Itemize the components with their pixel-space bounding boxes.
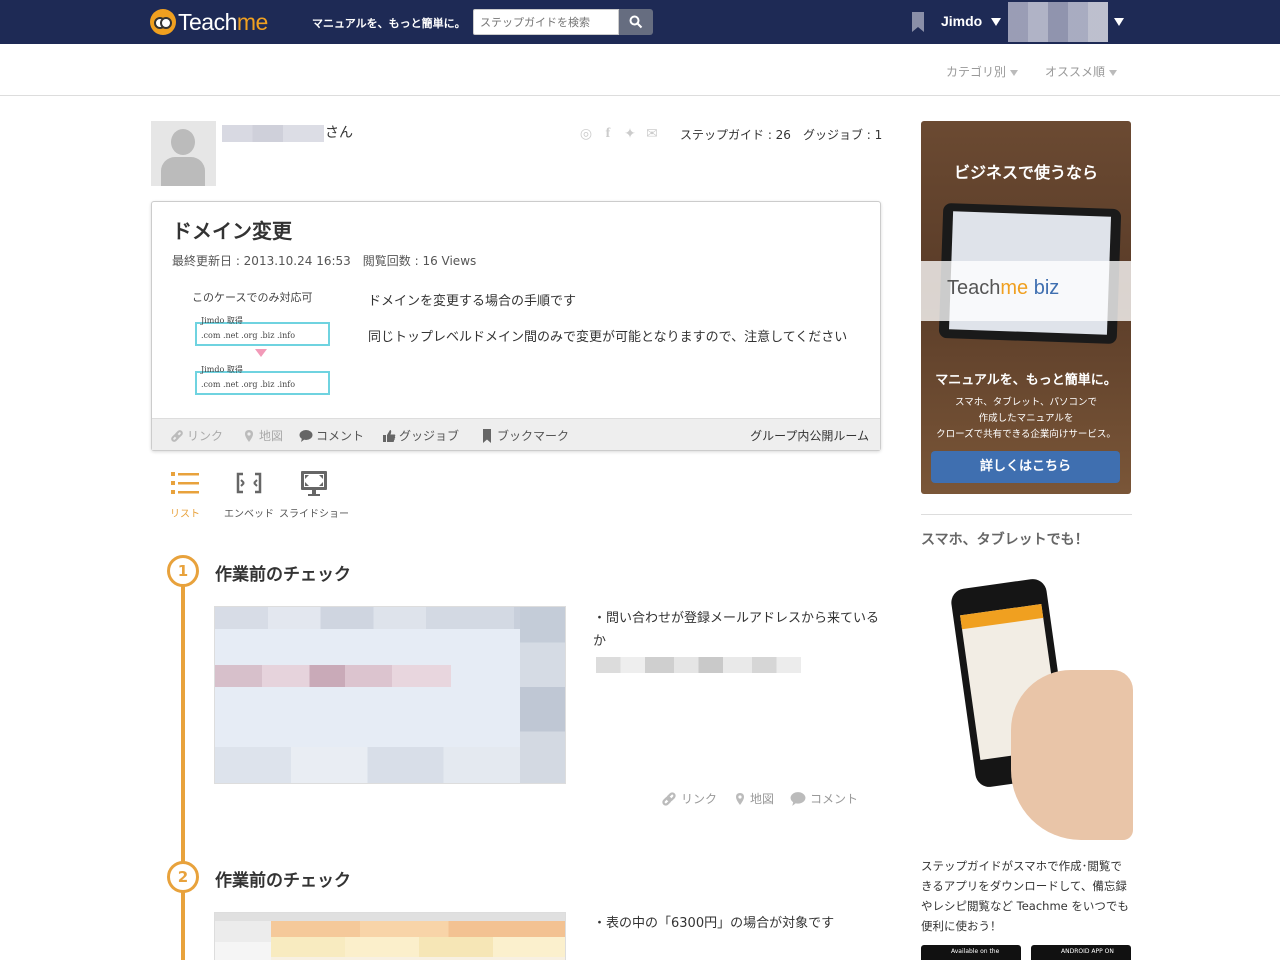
user-name-suffix: さん (325, 125, 353, 141)
bookmark-icon[interactable] (912, 12, 924, 32)
teachme-biz-ad[interactable]: ビジネスで使うなら Teachme biz マニュアルを、もっと簡単に。 スマホ… (921, 121, 1131, 494)
search-input[interactable] (473, 9, 619, 35)
map-pin-icon (245, 429, 253, 442)
guide-meta: 最終更新日 : 2013.10.24 16:53 閲覧回数 : 16 Views (172, 254, 477, 268)
link-button[interactable]: リンク (170, 427, 223, 444)
bookmark-button[interactable]: ブックマーク (480, 427, 569, 444)
profile-stats: ステップガイド : 26 グッジョブ : 1 (680, 128, 883, 142)
guide-description: ドメインを変更する場合の手順です (368, 294, 577, 309)
chevron-down-icon (1109, 69, 1118, 76)
sort-dropdown[interactable]: オススメ順 (1045, 63, 1118, 80)
map-button[interactable]: 地図 (242, 427, 283, 444)
link-icon (171, 429, 183, 442)
owl-logo-icon (150, 9, 176, 35)
divider (921, 514, 1132, 515)
step-title: 作業前のチェック (215, 565, 351, 585)
step-image-redacted[interactable] (214, 912, 566, 960)
guide-action-bar: リンク 地図 コメント グッジョブ ブックマーク グループ内公開ルーム (152, 418, 880, 450)
category-dropdown[interactable]: カテゴリ別 (946, 63, 1019, 80)
google-play-badge[interactable]: ANDROID APP ON (1031, 945, 1131, 960)
header-tagline: マニュアルを、もっと簡単に。 (312, 17, 466, 30)
embed-icon (236, 472, 262, 494)
team-switcher[interactable]: Jimdo (941, 13, 982, 29)
step-timeline (181, 582, 185, 960)
bookmark-icon (483, 428, 491, 443)
view-tab-list[interactable]: リスト (150, 470, 220, 520)
avatar[interactable] (151, 121, 216, 186)
search-icon (629, 15, 643, 29)
step-text: ・表の中の「6300円」の場合が対象です (593, 916, 835, 931)
user-account-menu[interactable] (1008, 2, 1108, 42)
teachme-logo[interactable]: Teachme (150, 8, 268, 36)
map-pin-icon (736, 792, 744, 805)
teachme-biz-logo: Teachme biz (947, 277, 1060, 299)
step-number: 2 (167, 861, 199, 893)
share-icons: ◎ f ✦ ✉ (578, 126, 660, 142)
step-number: 1 (167, 555, 199, 587)
view-tab-slideshow[interactable]: スライドショー (279, 470, 349, 520)
comment-button[interactable]: コメント (299, 427, 364, 444)
search-button[interactable] (619, 9, 653, 35)
redacted-email (596, 657, 801, 673)
facebook-icon[interactable]: f (600, 126, 616, 142)
guide-thumbnail[interactable]: このケースでのみ対応可 Jimdo 取得 .com .net .org .biz… (187, 287, 337, 402)
chevron-down-icon[interactable] (1114, 18, 1124, 26)
comment-icon (790, 791, 806, 806)
link-icon (662, 791, 676, 806)
goodjob-button[interactable]: グッジョブ (382, 427, 459, 444)
globe-icon[interactable]: ◎ (578, 126, 594, 142)
visibility-label: グループ内公開ルーム (750, 429, 869, 443)
step-link-button[interactable]: リンク (660, 790, 717, 807)
mobile-app-image (921, 565, 1133, 840)
twitter-icon[interactable]: ✦ (622, 126, 638, 142)
app-store-badge[interactable]: Available on the (921, 945, 1021, 960)
details-button[interactable]: 詳しくはこちら (931, 451, 1120, 483)
step-text: ・問い合わせが登録メールアドレスから来ているか (593, 611, 880, 649)
thumbs-up-icon (383, 429, 396, 442)
chevron-down-icon[interactable] (991, 18, 1001, 26)
guide-note: 同じトップレベルドメイン間のみで変更が可能となりますので、注意してください (368, 330, 848, 345)
slideshow-icon (301, 471, 327, 496)
comment-icon (299, 429, 313, 442)
guide-card: ドメイン変更 最終更新日 : 2013.10.24 16:53 閲覧回数 : 1… (151, 201, 881, 451)
step-image-redacted[interactable] (214, 606, 566, 784)
chevron-down-icon (1010, 69, 1019, 76)
list-icon (171, 472, 199, 494)
step-comment-button[interactable]: コメント (789, 790, 858, 807)
mail-icon[interactable]: ✉ (644, 126, 660, 142)
step-title: 作業前のチェック (215, 871, 351, 891)
sub-navigation: カテゴリ別 オススメ順 (0, 44, 1280, 96)
top-header: Teachme マニュアルを、もっと簡単に。 Jimdo (0, 0, 1280, 44)
mobile-heading: スマホ、タブレットでも！ (921, 532, 1089, 548)
arrow-down-icon (255, 349, 267, 357)
step-map-button[interactable]: 地図 (733, 790, 774, 807)
guide-title[interactable]: ドメイン変更 (172, 215, 292, 244)
view-tab-embed[interactable]: エンベッド (214, 470, 284, 520)
mobile-description: ステップガイドがスマホで作成･閲覧できるアプリをダウンロードして、備忘録やレシピ… (921, 859, 1129, 933)
user-name-redacted[interactable] (222, 125, 324, 142)
